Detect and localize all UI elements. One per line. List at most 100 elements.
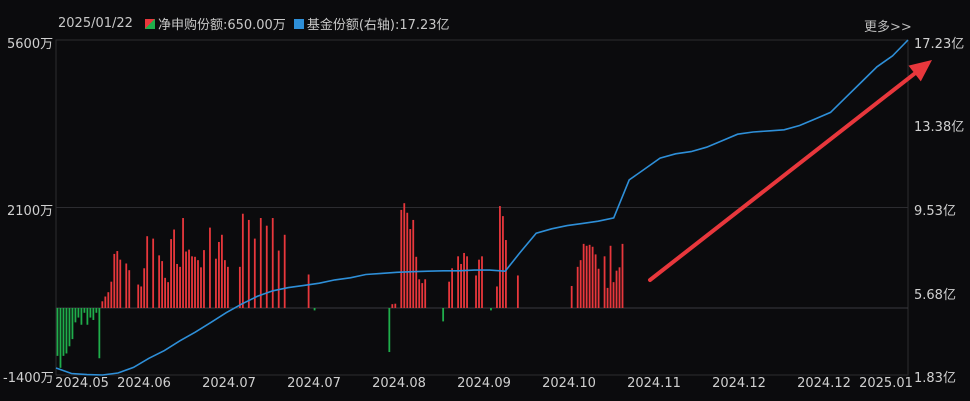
x-tick-8: 2024.12 bbox=[712, 376, 766, 391]
bar bbox=[164, 277, 167, 308]
trend-arrow-shaft bbox=[648, 71, 917, 282]
bar bbox=[585, 245, 588, 308]
bar bbox=[457, 256, 459, 308]
y-right-tick-2: 9.53亿 bbox=[914, 204, 956, 219]
bar bbox=[176, 263, 178, 308]
legend-item-net-subscription[interactable]: 净申购份额:650.00万 bbox=[144, 14, 286, 33]
bar bbox=[451, 268, 454, 308]
bar bbox=[191, 256, 193, 308]
bar bbox=[579, 260, 582, 308]
bar bbox=[209, 227, 211, 308]
bar bbox=[194, 256, 196, 308]
bar bbox=[71, 308, 74, 340]
bar bbox=[185, 251, 187, 308]
bar bbox=[406, 212, 409, 308]
bar bbox=[77, 308, 80, 318]
bar bbox=[179, 266, 181, 308]
bar bbox=[80, 308, 83, 325]
fund-chart bbox=[55, 39, 932, 376]
bar bbox=[92, 308, 95, 320]
bar bbox=[143, 268, 146, 308]
bar bbox=[570, 285, 573, 308]
bar bbox=[119, 259, 122, 308]
bar bbox=[161, 261, 164, 308]
bar bbox=[104, 296, 107, 308]
bar bbox=[65, 308, 68, 354]
bar bbox=[412, 219, 415, 308]
bar bbox=[116, 251, 119, 308]
bar bbox=[391, 304, 394, 308]
bar bbox=[582, 243, 585, 308]
bar bbox=[307, 274, 310, 308]
bar bbox=[621, 243, 624, 308]
x-tick-7: 2024.11 bbox=[627, 376, 681, 391]
bar bbox=[588, 244, 591, 308]
x-tick-0: 2024.05 bbox=[55, 376, 109, 391]
y-right-tick-0: 17.23亿 bbox=[914, 37, 965, 52]
bar bbox=[95, 308, 98, 313]
x-tick-5: 2024.09 bbox=[457, 376, 511, 391]
bar bbox=[313, 308, 316, 311]
x-tick-2: 2024.07 bbox=[202, 376, 256, 391]
bar bbox=[140, 286, 143, 308]
bar bbox=[516, 275, 519, 308]
bar bbox=[152, 238, 155, 308]
chart-legend: 2025/01/22 净申购份额:650.00万 基金份额(右轴):17.23亿 bbox=[58, 14, 458, 33]
bar bbox=[388, 308, 391, 353]
more-link[interactable]: 更多>> bbox=[864, 16, 912, 35]
bar bbox=[615, 270, 618, 308]
bar bbox=[89, 308, 92, 318]
bar bbox=[442, 308, 445, 322]
y-right-tick-1: 13.38亿 bbox=[914, 120, 965, 135]
bar bbox=[481, 256, 483, 308]
bar bbox=[226, 266, 229, 308]
bar bbox=[137, 284, 140, 308]
trend-arrow-head bbox=[908, 60, 932, 82]
bar bbox=[403, 203, 406, 308]
y-left-tick-top: 5600万 bbox=[7, 37, 54, 52]
y-right-tick-4: 1.83亿 bbox=[914, 371, 956, 386]
bar bbox=[113, 253, 116, 308]
bar bbox=[146, 236, 149, 308]
x-tick-9: 2024.12 bbox=[797, 376, 851, 391]
bar bbox=[107, 292, 110, 308]
bar bbox=[463, 252, 465, 308]
bar bbox=[188, 249, 190, 308]
bar bbox=[101, 301, 104, 308]
legend-swatch-blue-icon bbox=[293, 18, 304, 29]
x-tick-4: 2024.08 bbox=[372, 376, 426, 391]
legend-item-fund-shares[interactable]: 基金份额(右轴):17.23亿 bbox=[293, 14, 450, 33]
bar bbox=[421, 283, 424, 308]
bar bbox=[241, 213, 244, 308]
bar bbox=[200, 267, 202, 308]
bar bbox=[218, 241, 220, 308]
bar bbox=[203, 250, 205, 308]
bar bbox=[591, 246, 594, 308]
x-tick-3: 2024.07 bbox=[287, 376, 341, 391]
x-tick-1: 2024.06 bbox=[117, 376, 171, 391]
bar bbox=[424, 279, 427, 308]
bar bbox=[224, 260, 226, 308]
bar bbox=[128, 270, 131, 308]
bar bbox=[197, 260, 199, 308]
bar bbox=[125, 263, 128, 308]
bar bbox=[158, 255, 161, 308]
bar bbox=[496, 286, 498, 308]
bar bbox=[597, 268, 600, 308]
bar bbox=[603, 256, 606, 308]
bar bbox=[415, 256, 418, 308]
bar bbox=[394, 303, 397, 308]
bar bbox=[466, 256, 468, 308]
bar bbox=[490, 308, 492, 311]
bar bbox=[265, 225, 268, 308]
bar bbox=[606, 287, 609, 308]
bar bbox=[609, 245, 612, 308]
y-left-tick-mid: 2100万 bbox=[7, 204, 54, 219]
bar bbox=[247, 219, 250, 308]
bar bbox=[475, 275, 477, 308]
bar bbox=[594, 254, 597, 308]
bar bbox=[612, 282, 615, 308]
y-right-tick-3: 5.68亿 bbox=[914, 288, 956, 303]
bar bbox=[505, 240, 507, 308]
bar bbox=[83, 308, 86, 313]
